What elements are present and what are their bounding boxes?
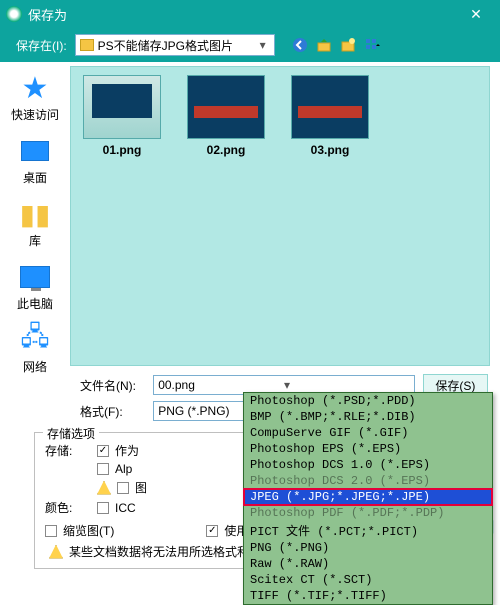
main-body: ★ 快速访问 桌面 ▮▮ 库 此电脑 🖧 网络 01.png 02.png: [0, 62, 500, 370]
sidebar-label: 此电脑: [17, 295, 53, 312]
filename-label: 文件名(N):: [80, 377, 145, 394]
warning-icon: [97, 481, 111, 495]
format-dropdown-list[interactable]: Photoshop (*.PSD;*.PDD) BMP (*.BMP;*.RLE…: [243, 392, 493, 605]
network-icon: 🖧: [19, 324, 51, 356]
format-option[interactable]: Raw (*.RAW): [244, 556, 492, 572]
location-bar: 保存在(I): PS不能储存JPG格式图片 ▾: [0, 28, 500, 62]
window-title: 保存为: [28, 5, 458, 24]
thumbnail-label: 缩览图(T): [63, 522, 114, 539]
as-copy-label: 作为: [115, 442, 139, 459]
sidebar-libraries[interactable]: ▮▮ 库: [0, 194, 70, 253]
file-name: 03.png: [311, 143, 350, 157]
view-menu-button[interactable]: [363, 36, 381, 54]
app-icon: [6, 6, 22, 22]
desktop-icon: [19, 135, 51, 167]
file-item[interactable]: 02.png: [183, 75, 269, 157]
lowercase-ext-checkbox[interactable]: [206, 525, 218, 537]
format-option[interactable]: PNG (*.PNG): [244, 540, 492, 556]
warning-icon: [49, 545, 63, 559]
file-thumbnail: [291, 75, 369, 139]
file-item[interactable]: 03.png: [287, 75, 373, 157]
layers-label: 图: [135, 479, 147, 496]
close-button[interactable]: ✕: [458, 0, 494, 28]
places-sidebar: ★ 快速访问 桌面 ▮▮ 库 此电脑 🖧 网络: [0, 62, 70, 370]
file-name: 02.png: [207, 143, 246, 157]
format-option[interactable]: Scitex CT (*.SCT): [244, 572, 492, 588]
format-option[interactable]: Photoshop (*.PSD;*.PDD): [244, 393, 492, 409]
filename-value: 00.png: [158, 378, 284, 392]
file-thumbnail: [187, 75, 265, 139]
titlebar: 保存为 ✕: [0, 0, 500, 28]
format-option[interactable]: Photoshop DCS 2.0 (*.EPS): [244, 473, 492, 489]
alpha-checkbox[interactable]: [97, 463, 109, 475]
format-option-selected[interactable]: JPEG (*.JPG;*.JPEG;*.JPE): [244, 489, 492, 505]
format-option[interactable]: CompuServe GIF (*.GIF): [244, 425, 492, 441]
sidebar-label: 库: [29, 232, 41, 249]
alpha-label: Alp: [115, 462, 132, 476]
file-name: 01.png: [103, 143, 142, 157]
folder-icon: [80, 39, 94, 51]
sidebar-desktop[interactable]: 桌面: [0, 131, 70, 190]
sidebar-label: 桌面: [23, 169, 47, 186]
libraries-icon: ▮▮: [19, 198, 51, 230]
new-folder-button[interactable]: [339, 36, 357, 54]
sidebar-label: 快速访问: [11, 106, 59, 123]
icc-label: ICC: [115, 501, 136, 515]
format-option[interactable]: Photoshop EPS (*.EPS): [244, 441, 492, 457]
format-option[interactable]: Photoshop PDF (*.PDF;*.PDP): [244, 505, 492, 521]
save-in-label: 保存在(I):: [16, 37, 67, 54]
file-item[interactable]: 01.png: [79, 75, 165, 157]
format-label: 格式(F):: [80, 403, 145, 420]
color-label: 颜色:: [45, 499, 91, 516]
chevron-down-icon: ▾: [284, 378, 410, 392]
format-option[interactable]: BMP (*.BMP;*.RLE;*.DIB): [244, 409, 492, 425]
as-copy-checkbox[interactable]: [97, 445, 109, 457]
pc-icon: [19, 261, 51, 293]
options-title: 存储选项: [43, 425, 99, 442]
save-options-label: 存储:: [45, 442, 91, 459]
format-option[interactable]: TIFF (*.TIF;*.TIFF): [244, 588, 492, 604]
format-option[interactable]: PICT 文件 (*.PCT;*.PICT): [244, 521, 492, 540]
file-thumbnail: [83, 75, 161, 139]
file-list-pane[interactable]: 01.png 02.png 03.png: [70, 66, 490, 366]
star-icon: ★: [19, 72, 51, 104]
icc-checkbox[interactable]: [97, 502, 109, 514]
format-option[interactable]: Photoshop DCS 1.0 (*.EPS): [244, 457, 492, 473]
save-in-value: PS不能储存JPG格式图片: [98, 37, 256, 54]
sidebar-quick-access[interactable]: ★ 快速访问: [0, 68, 70, 127]
layers-checkbox[interactable]: [117, 482, 129, 494]
thumbnail-checkbox[interactable]: [45, 525, 57, 537]
sidebar-this-pc[interactable]: 此电脑: [0, 257, 70, 316]
location-toolbar: [291, 36, 381, 54]
chevron-down-icon: ▾: [256, 38, 270, 52]
up-one-level-button[interactable]: [315, 36, 333, 54]
back-button[interactable]: [291, 36, 309, 54]
save-in-combo[interactable]: PS不能储存JPG格式图片 ▾: [75, 34, 275, 56]
